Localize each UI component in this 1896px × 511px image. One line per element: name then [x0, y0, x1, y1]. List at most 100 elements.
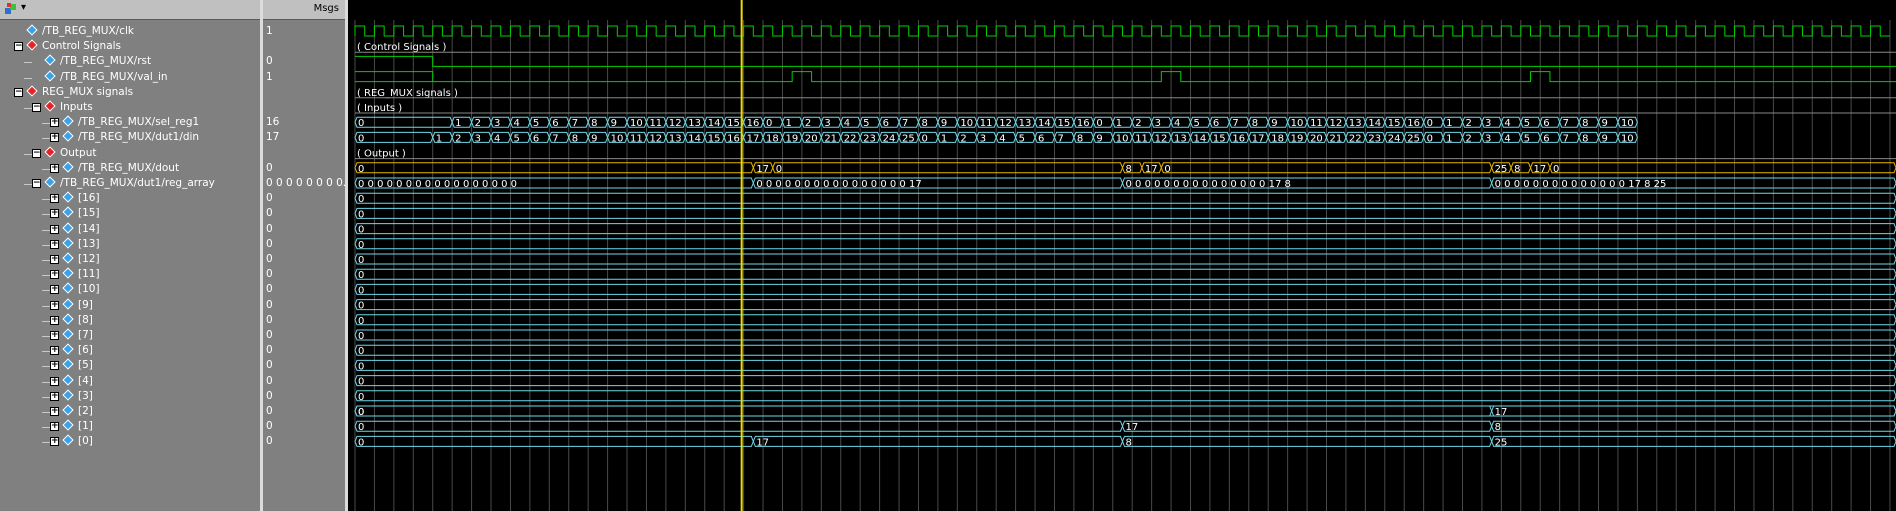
- signal-icon: [62, 373, 74, 386]
- tree-connector: [24, 62, 32, 64]
- expand-icon[interactable]: +: [50, 270, 59, 280]
- signal-row[interactable]: /TB_REG_MUX/val_in: [0, 69, 262, 85]
- sel-reg1-value: 11: [980, 118, 993, 129]
- signal-icon: [62, 115, 74, 127]
- expand-icon[interactable]: +: [50, 163, 59, 173]
- tree-connector: [42, 320, 50, 322]
- signal-row[interactable]: + [7]: [0, 328, 262, 343]
- expand-icon[interactable]: +: [50, 422, 59, 432]
- signal-row[interactable]: + [15]: [0, 206, 262, 221]
- sel-reg1-seg: [354, 116, 453, 128]
- expand-icon[interactable]: +: [50, 224, 59, 234]
- chevron-down-icon[interactable]: ▾: [21, 2, 26, 13]
- signal-icon: [62, 130, 74, 143]
- expand-icon[interactable]: +: [50, 376, 59, 386]
- msgs-header: Msgs: [263, 0, 345, 20]
- waveform-pane[interactable]: ( Control Signals ) ( REG_MUX signals ) ( …: [351, 0, 1896, 511]
- dout-value: 17: [756, 164, 769, 175]
- signal-row[interactable]: + [1]: [0, 419, 262, 434]
- expand-icon[interactable]: +: [50, 239, 59, 249]
- signal-row[interactable]: − /TB_REG_MUX/dut1/reg_array: [0, 176, 262, 191]
- sel-reg1-value: 13: [1019, 118, 1032, 129]
- expand-icon[interactable]: +: [50, 285, 59, 295]
- din-value: 8: [1077, 133, 1083, 144]
- signal-row[interactable]: + [8]: [0, 313, 262, 328]
- reg-elem-seg: [354, 223, 1896, 235]
- signal-row[interactable]: + [13]: [0, 237, 262, 252]
- signal-row[interactable]: + /TB_REG_MUX/dut1/din: [0, 130, 262, 145]
- sel-reg1-value: 9: [611, 118, 617, 129]
- dout-seg: [772, 162, 1124, 174]
- signal-row[interactable]: + [10]: [0, 282, 262, 297]
- sel-reg1-value: 15: [1388, 118, 1401, 129]
- signal-icon: [26, 24, 38, 36]
- sel-reg1-value: 14: [708, 118, 721, 129]
- signal-row[interactable]: + [6]: [0, 343, 262, 358]
- din-value: 7: [1057, 133, 1063, 144]
- signal-row[interactable]: /TB_REG_MUX/rst: [0, 54, 262, 69]
- expand-icon[interactable]: +: [50, 437, 59, 447]
- collapse-icon[interactable]: −: [32, 103, 41, 112]
- signal-row[interactable]: + [5]: [0, 358, 262, 373]
- signal-row[interactable]: + [14]: [0, 221, 262, 237]
- collapse-icon[interactable]: −: [32, 179, 41, 188]
- din-value: 0: [1427, 133, 1433, 144]
- collapse-icon[interactable]: −: [14, 87, 23, 97]
- din-value: 6: [1543, 133, 1549, 144]
- signal-row[interactable]: + [3]: [0, 389, 262, 404]
- signal-row[interactable]: + [12]: [0, 252, 262, 267]
- signal-row[interactable]: + [16]: [0, 191, 262, 206]
- expand-icon[interactable]: +: [50, 391, 59, 401]
- expand-icon[interactable]: +: [50, 331, 59, 340]
- tree-connector: [42, 275, 50, 277]
- reg2-seg: [354, 405, 1493, 417]
- expand-icon[interactable]: +: [50, 315, 59, 325]
- group-row[interactable]: − Output: [0, 145, 262, 161]
- tree-connector: [24, 108, 32, 109]
- signal-row[interactable]: + [0]: [0, 434, 262, 449]
- expand-icon[interactable]: +: [50, 407, 59, 416]
- sel-reg1-value: 9: [1602, 118, 1608, 129]
- signal-row[interactable]: + /TB_REG_MUX/dout: [0, 161, 262, 176]
- din-value: 12: [1155, 133, 1168, 144]
- pane-splitter-right[interactable]: [345, 0, 348, 511]
- expand-icon[interactable]: +: [50, 361, 59, 371]
- reg-elem-value: 0: [358, 255, 364, 266]
- rst-wave: [355, 55, 1896, 67]
- signal-row[interactable]: + [4]: [0, 373, 262, 389]
- wave-tool-icon[interactable]: [4, 2, 18, 16]
- signal-row[interactable]: + [2]: [0, 404, 262, 419]
- signal-row[interactable]: + [9]: [0, 297, 262, 313]
- sel-reg1-value: 0: [766, 118, 772, 129]
- din-value: 11: [1135, 133, 1148, 144]
- collapse-icon[interactable]: −: [32, 148, 41, 158]
- group-row[interactable]: − Control Signals: [0, 39, 262, 54]
- sel-reg1-value: 1: [1446, 118, 1452, 129]
- din-value: 8: [1582, 133, 1588, 144]
- signal-value: 0: [266, 207, 273, 220]
- group-row[interactable]: − Inputs: [0, 100, 262, 115]
- reg-array-value: 0 0 0 0 0 0 0 0 0 0 0 0 0 0 0 17 8: [1125, 179, 1290, 190]
- signal-icon: [62, 343, 74, 355]
- sel-reg1-value: 15: [727, 118, 740, 129]
- sel-reg1-value: 4: [1174, 118, 1180, 129]
- reg-array-value: 0 0 0 0 0 0 0 0 0 0 0 0 0 0 0 0 17: [756, 179, 921, 190]
- waveform-canvas[interactable]: ( Control Signals ) ( REG_MUX signals ) ( …: [351, 0, 1896, 511]
- signal-row[interactable]: /TB_REG_MUX/clk: [0, 24, 262, 39]
- signal-icon: [62, 434, 74, 447]
- signal-row[interactable]: + [11]: [0, 267, 262, 282]
- collapse-icon[interactable]: −: [14, 42, 23, 52]
- expand-icon[interactable]: +: [50, 255, 59, 264]
- expand-icon[interactable]: +: [50, 300, 59, 310]
- signal-name: /TB_REG_MUX/sel_reg1: [78, 116, 200, 129]
- signal-row[interactable]: + /TB_REG_MUX/sel_reg1: [0, 115, 262, 130]
- din-value: 1: [436, 133, 442, 144]
- expand-icon[interactable]: +: [50, 346, 59, 356]
- group-row[interactable]: − REG_MUX signals: [0, 85, 262, 100]
- expand-icon[interactable]: +: [50, 133, 59, 143]
- din-value: 3: [980, 133, 986, 144]
- din-value: 10: [611, 133, 624, 144]
- expand-icon[interactable]: +: [50, 118, 59, 128]
- expand-icon[interactable]: +: [50, 194, 59, 204]
- expand-icon[interactable]: +: [50, 209, 59, 219]
